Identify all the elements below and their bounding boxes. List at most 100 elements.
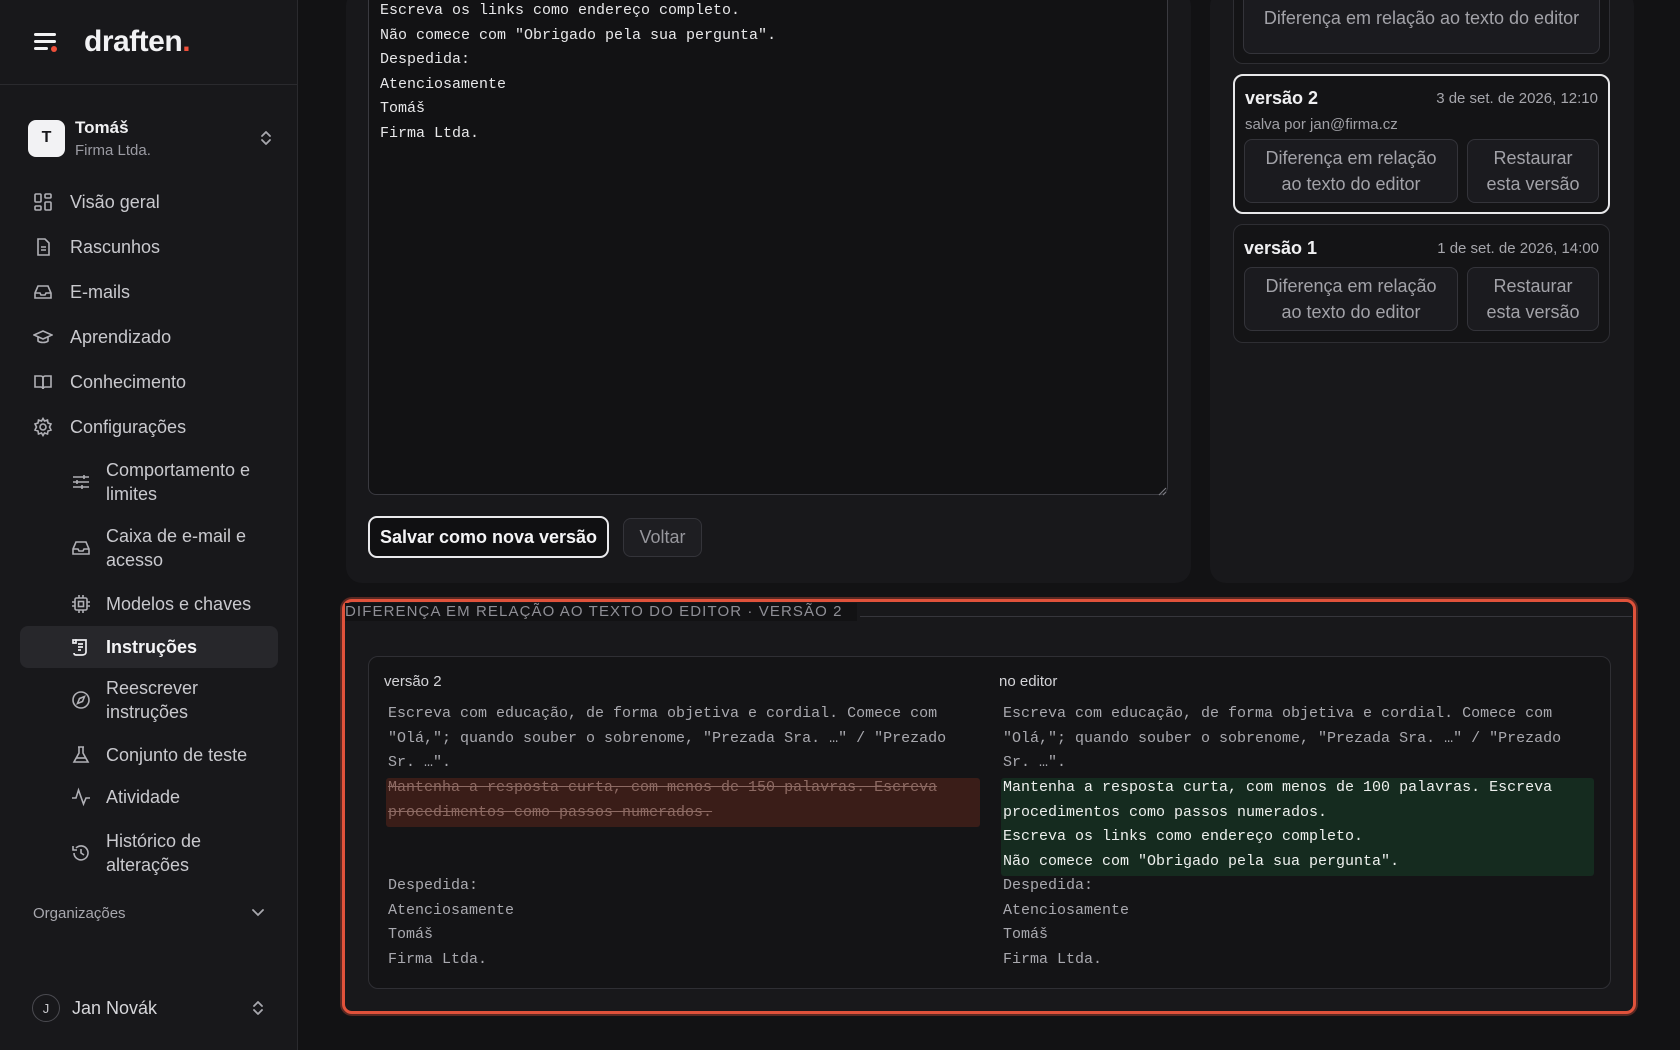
grid-icon — [32, 191, 54, 213]
version-date: 1 de set. de 2026, 14:00 — [1437, 240, 1599, 257]
sidebar-item-instrucoes[interactable]: Instruções — [20, 626, 278, 668]
user-menu[interactable]: J Jan Novák — [32, 994, 266, 1022]
sliders-icon — [70, 471, 92, 493]
editor-line: Tomáš — [380, 100, 426, 117]
sidebar-divider — [0, 84, 298, 85]
diff-line: Firma Ltda. — [1003, 950, 1103, 968]
sidebar-item-label: Reescrever instruções — [106, 678, 199, 722]
diff-line: Atenciosamente — [1003, 901, 1130, 919]
sidebar-item-label: Caixa de e-mail e acesso — [106, 526, 247, 570]
diff-with-editor-button[interactable]: Diferença em relação ao texto do editor — [1243, 0, 1600, 54]
sidebar-item-label: Modelos e chaves — [106, 594, 252, 614]
sidebar-item-configuracoes[interactable]: Configurações — [20, 413, 278, 441]
flask-icon — [70, 744, 92, 766]
editor-line: Despedida: — [380, 51, 471, 68]
divider — [860, 616, 1632, 617]
diff-line: Despedida: — [1003, 877, 1094, 894]
diff-line: "Olá,"; quando souber o sobrenome, "Prez… — [388, 729, 947, 747]
sidebar-item-label: Aprendizado — [70, 326, 172, 347]
sidebar-item-aprendizado[interactable]: Aprendizado — [20, 323, 278, 351]
instructions-textarea[interactable]: Escreva os links como endereço completo.… — [368, 0, 1168, 495]
sidebar: draften. T Tomáš Firma Ltda. Visão geral… — [0, 0, 298, 1050]
sidebar-item-e-mails[interactable]: E-mails — [20, 278, 278, 306]
diff-line: "Olá,"; quando souber o sobrenome, "Prez… — [1003, 729, 1562, 747]
diff-added-line: Escreva os links como endereço completo. — [1003, 828, 1364, 845]
user-name: Jan Novák — [72, 997, 158, 1018]
sidebar-item-label: E-mails — [70, 281, 131, 302]
diff-with-editor-button[interactable]: Diferença em relação ao texto do editor — [1244, 267, 1458, 331]
sidebar-item-comportamento[interactable]: Comportamento e limites — [20, 458, 278, 506]
sidebar-item-caixa-de-email[interactable]: Caixa de e-mail e acesso — [20, 524, 278, 572]
activity-icon — [70, 786, 92, 808]
compass-icon — [70, 689, 92, 711]
version-title: versão 2 — [1245, 88, 1319, 108]
sidebar-item-conjunto-de-teste[interactable]: Conjunto de teste — [20, 741, 278, 769]
account-switcher[interactable]: T Tomáš Firma Ltda. — [28, 112, 274, 164]
diff-with-editor-button[interactable]: Diferença em relação ao texto do editor — [1244, 139, 1458, 203]
user-avatar: J — [32, 994, 60, 1022]
save-new-version-button[interactable]: Salvar como nova versão — [368, 516, 609, 558]
sidebar-item-label: Histórico de alterações — [106, 831, 202, 875]
file-text-icon — [32, 236, 54, 258]
sidebar-item-label: Visão geral — [70, 191, 160, 212]
diff-line: Atenciosamente — [388, 901, 515, 919]
diff-line: Sr. …". — [1003, 754, 1067, 771]
diff-heading: DIFERENÇA EM RELAÇÃO AO TEXTO DO EDITOR … — [345, 603, 857, 621]
diff-line: Sr. …". — [388, 754, 452, 771]
version-date: 3 de set. de 2026, 12:10 — [1436, 90, 1598, 107]
back-button[interactable]: Voltar — [623, 518, 702, 557]
diff-line: Tomáš — [388, 926, 434, 943]
sidebar-item-conhecimento[interactable]: Conhecimento — [20, 368, 278, 396]
cpu-icon — [70, 593, 92, 615]
diff-added-line: Não comece com "Obrigado pela sua pergun… — [1003, 852, 1400, 870]
account-avatar: T — [28, 119, 65, 157]
brand-logo[interactable]: draften. — [84, 25, 191, 59]
diff-removed-line: procedimentos como passos numerados. — [388, 803, 713, 821]
diff-line: Escreva com educação, de forma objetiva … — [1003, 705, 1553, 722]
diff-line: Firma Ltda. — [388, 950, 488, 968]
sidebar-item-label: Atividade — [106, 787, 181, 807]
sidebar-item-atividade[interactable]: Atividade — [20, 783, 278, 811]
restore-version-button[interactable]: Restaurar esta versão — [1467, 139, 1599, 203]
diff-line: Escreva com educação, de forma objetiva … — [388, 705, 938, 722]
restore-version-button[interactable]: Restaurar esta versão — [1467, 267, 1599, 331]
version-item-2[interactable]: versão 2 3 de set. de 2026, 12:10 salva … — [1233, 74, 1610, 214]
chevrons-up-down-icon — [258, 128, 274, 148]
menu-icon[interactable] — [32, 28, 60, 56]
sidebar-item-label: Configurações — [70, 416, 187, 437]
sidebar-item-visao-geral[interactable]: Visão geral — [20, 188, 278, 216]
diff-added-line: Mantenha a resposta curta, com menos de … — [1003, 779, 1553, 796]
sidebar-item-rascunhos[interactable]: Rascunhos — [20, 233, 278, 261]
version-title: versão 1 — [1244, 238, 1318, 258]
inbox-icon — [70, 537, 92, 559]
sidebar-item-label: Instruções — [106, 637, 198, 657]
chevrons-up-down-icon — [250, 998, 266, 1018]
graduation-cap-icon — [32, 326, 54, 348]
diff-added-line: procedimentos como passos numerados. — [1003, 803, 1328, 821]
editor-line: Firma Ltda. — [380, 124, 480, 142]
sidebar-item-label: Comportamento e limites — [106, 460, 251, 504]
editor-line: Escreva os links como endereço completo. — [380, 2, 741, 19]
sidebar-item-label: Rascunhos — [70, 236, 161, 257]
diff-right-label: no editor — [999, 673, 1058, 690]
diff-left-label: versão 2 — [384, 673, 442, 690]
sidebar-item-historico[interactable]: Histórico de alterações — [20, 829, 278, 877]
account-org: Firma Ltda. — [75, 141, 151, 159]
account-name: Tomáš — [75, 117, 129, 137]
sidebar-item-reescrever[interactable]: Reescrever instruções — [20, 676, 278, 724]
gear-icon — [32, 416, 54, 438]
book-open-icon — [32, 371, 54, 393]
version-item-3: Diferença em relação ao texto do editor — [1233, 0, 1610, 64]
scroll-icon — [70, 636, 92, 658]
version-item-1[interactable]: versão 1 1 de set. de 2026, 14:00 Difere… — [1233, 224, 1610, 343]
sidebar-item-label: Conjunto de teste — [106, 745, 248, 765]
sidebar-item-modelos[interactable]: Modelos e chaves — [20, 590, 278, 618]
sidebar-item-label: Conhecimento — [70, 371, 187, 392]
editor-line: Atenciosamente — [380, 75, 507, 93]
chevron-down-icon — [251, 905, 265, 922]
organizations-toggle[interactable]: Organizações — [33, 905, 265, 922]
diff-line: Tomáš — [1003, 926, 1049, 943]
resize-handle-icon[interactable] — [1157, 483, 1167, 496]
version-saved-by: salva por jan@firma.cz — [1245, 116, 1398, 133]
brand: draften. — [32, 22, 191, 62]
